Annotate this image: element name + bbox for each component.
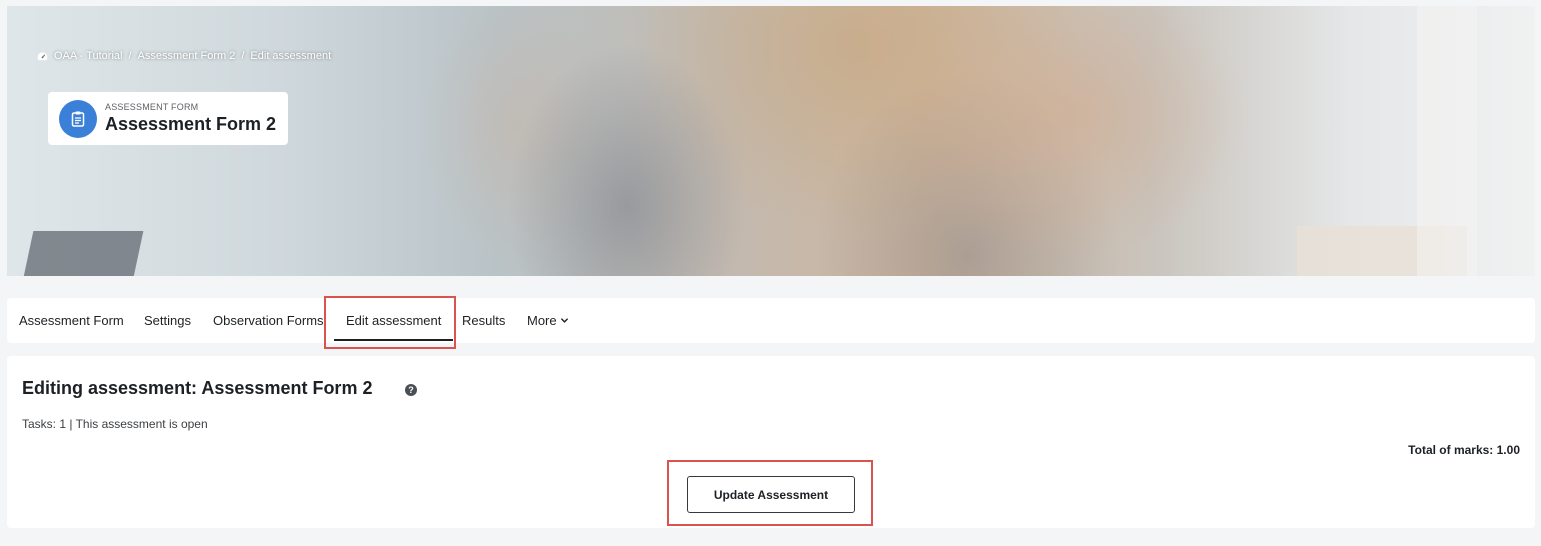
tab-results[interactable]: Results	[462, 298, 505, 343]
clipboard-icon	[71, 111, 85, 127]
hero-banner: OAA - Tutorial / Assessment Form 2 / Edi…	[7, 6, 1535, 276]
breadcrumb-separator: /	[241, 50, 245, 62]
breadcrumb-item-edit-assessment[interactable]: Edit assessment	[250, 50, 331, 62]
page-title-heading: Assessment Form 2	[105, 114, 277, 134]
tab-settings[interactable]: Settings	[144, 298, 191, 343]
page-header-text: ASSESSMENT FORM Assessment Form 2	[105, 102, 276, 135]
chevron-down-icon	[560, 318, 568, 323]
assessment-status: Tasks: 1 | This assessment is open	[22, 417, 208, 431]
tab-label: More	[527, 313, 557, 328]
tab-label: Edit assessment	[346, 313, 442, 328]
help-icon[interactable]: ?	[405, 384, 417, 396]
main-content-card: Editing assessment: Assessment Form 2 ? …	[7, 356, 1535, 528]
breadcrumb-item-course[interactable]: OAA - Tutorial	[54, 50, 122, 62]
breadcrumb: OAA - Tutorial / Assessment Form 2 / Edi…	[37, 50, 331, 62]
page-header-card: ASSESSMENT FORM Assessment Form 2	[48, 92, 288, 145]
secondary-navigation: Assessment Form Settings Observation For…	[7, 298, 1535, 343]
tab-label: Observation Forms	[213, 313, 324, 328]
tab-edit-assessment[interactable]: Edit assessment	[334, 298, 454, 343]
tab-observation-forms[interactable]: Observation Forms	[213, 298, 324, 343]
update-assessment-button[interactable]: Update Assessment	[687, 476, 855, 513]
tab-label: Results	[462, 313, 506, 328]
tab-label: Assessment Form	[19, 313, 124, 328]
tab-more[interactable]: More	[527, 298, 569, 343]
tab-assessment-form[interactable]: Assessment Form	[19, 298, 124, 343]
page-header-kicker: ASSESSMENT FORM	[105, 102, 199, 112]
banner-laptop-shape	[20, 231, 144, 276]
dashboard-icon	[37, 51, 48, 60]
total-marks: Total of marks: 1.00	[1408, 443, 1520, 457]
activity-icon-badge	[59, 99, 97, 138]
breadcrumb-item-assessment-form[interactable]: Assessment Form 2	[138, 50, 236, 62]
banner-window-shape	[1417, 6, 1477, 276]
editing-heading: Editing assessment: Assessment Form 2	[22, 378, 373, 398]
breadcrumb-separator: /	[128, 50, 132, 62]
tab-label: Settings	[144, 313, 191, 328]
